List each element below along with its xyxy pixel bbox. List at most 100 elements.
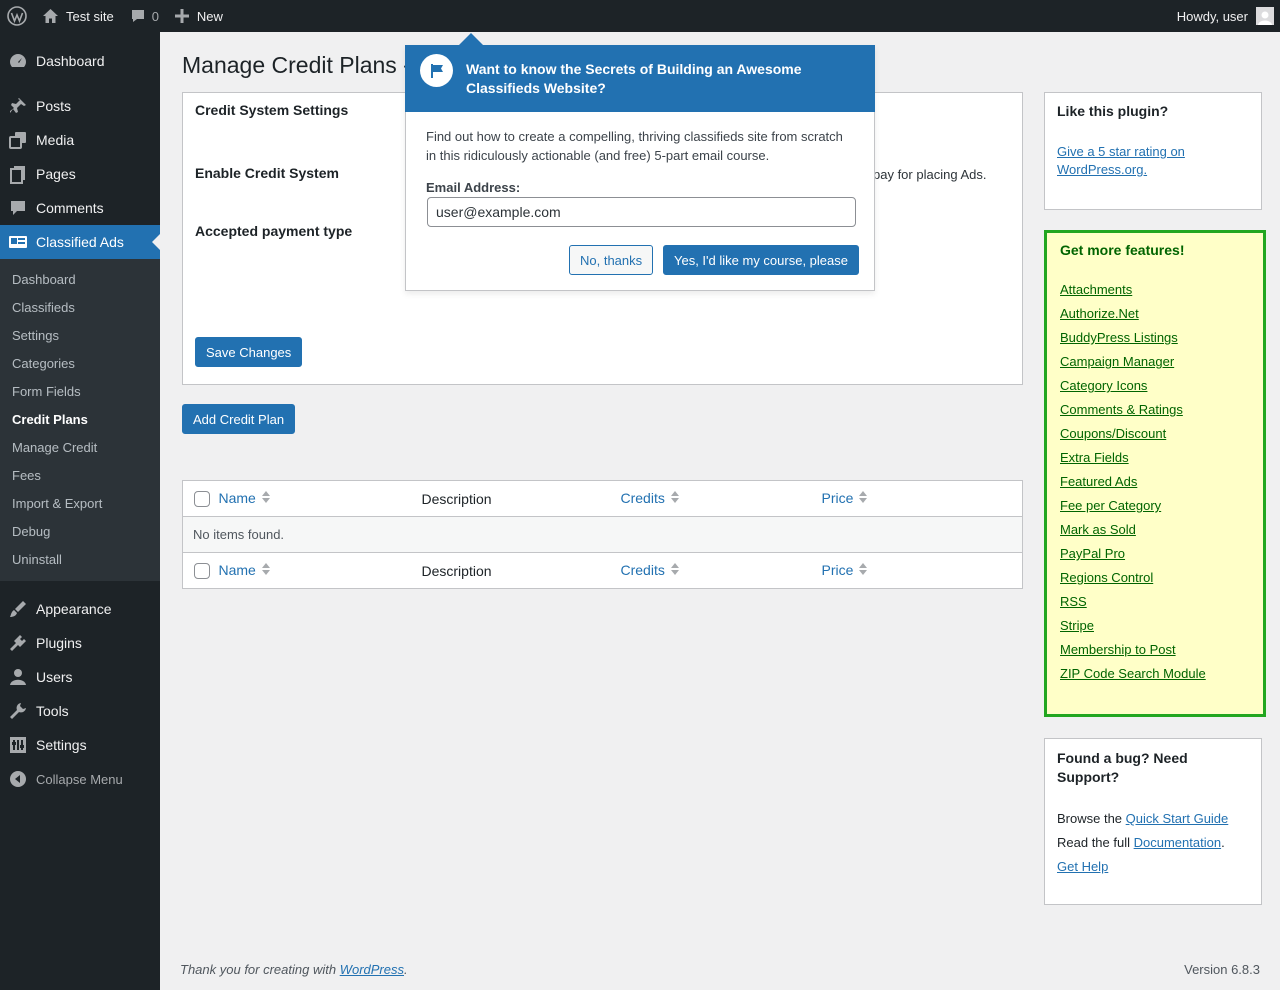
admin-bar: Test site 0 New Howdy, user [0, 0, 1280, 32]
feature-link[interactable]: Fee per Category [1060, 498, 1250, 522]
menu-plugins[interactable]: Plugins [0, 626, 160, 660]
admin-menu: Dashboard Posts Media Pages Comments Cla… [0, 32, 160, 990]
feature-link[interactable]: Membership to Post [1060, 642, 1250, 666]
media-icon [8, 130, 28, 150]
like-plugin-title: Like this plugin? [1057, 103, 1169, 119]
column-name[interactable]: Name [219, 553, 422, 589]
feature-link[interactable]: Campaign Manager [1060, 354, 1250, 378]
submenu-uninstall[interactable]: Uninstall [0, 546, 160, 574]
email-input[interactable] [427, 197, 856, 227]
feature-link[interactable]: BuddyPress Listings [1060, 330, 1250, 354]
column-name-label[interactable]: Name [219, 490, 256, 506]
column-price-label[interactable]: Price [822, 490, 854, 506]
add-credit-plan-button[interactable]: Add Credit Plan [182, 404, 296, 434]
browse-prefix: Browse the [1057, 811, 1123, 826]
no-thanks-button[interactable]: No, thanks [569, 245, 654, 275]
menu-appearance[interactable]: Appearance [0, 592, 160, 626]
yes-course-button[interactable]: Yes, I'd like my course, please [663, 245, 859, 275]
feature-link[interactable]: Category Icons [1060, 378, 1250, 402]
select-all-checkbox[interactable] [194, 491, 210, 508]
page-title: Manage Credit Plans - [182, 52, 411, 78]
submenu-credit-plans[interactable]: Credit Plans [0, 406, 160, 434]
get-help-link[interactable]: Get Help [1057, 859, 1108, 874]
sort-icon [261, 562, 270, 579]
menu-label: Media [36, 132, 75, 148]
column-name[interactable]: Name [219, 481, 422, 517]
new-content-link[interactable]: New [167, 0, 231, 32]
rating-link[interactable]: Give a 5 star rating on WordPress.org. [1057, 144, 1185, 177]
submenu-categories[interactable]: Categories [0, 350, 160, 378]
menu-comments[interactable]: Comments [0, 191, 160, 225]
my-account[interactable]: Howdy, user [1177, 0, 1274, 32]
feature-link[interactable]: Comments & Ratings [1060, 402, 1250, 426]
feature-link[interactable]: Attachments [1060, 282, 1250, 306]
documentation-link[interactable]: Documentation [1134, 835, 1221, 850]
pushpin-icon [8, 96, 28, 116]
submenu-dashboard[interactable]: Dashboard [0, 266, 160, 294]
feature-link[interactable]: PayPal Pro [1060, 546, 1250, 570]
dashboard-icon [8, 51, 28, 71]
column-credits[interactable]: Credits [621, 481, 822, 517]
comments-link[interactable]: 0 [122, 0, 167, 32]
column-price[interactable]: Price [822, 553, 1023, 589]
quick-start-link[interactable]: Quick Start Guide [1126, 811, 1229, 826]
submenu-settings[interactable]: Settings [0, 322, 160, 350]
menu-label: Plugins [36, 635, 82, 651]
select-all-checkbox[interactable] [194, 563, 210, 580]
feature-link[interactable]: Featured Ads [1060, 474, 1250, 498]
menu-classified-ads[interactable]: Classified Ads [0, 225, 160, 259]
feature-link[interactable]: ZIP Code Search Module [1060, 666, 1250, 690]
wordpress-logo-icon[interactable] [0, 0, 34, 32]
submenu-classifieds[interactable]: Classifieds [0, 294, 160, 322]
enable-credit-description: pay for placing Ads. [873, 167, 987, 182]
column-credits[interactable]: Credits [621, 553, 822, 589]
submenu-debug[interactable]: Debug [0, 518, 160, 546]
menu-pages[interactable]: Pages [0, 157, 160, 191]
menu-label: Settings [36, 737, 87, 753]
submenu-manage-credit[interactable]: Manage Credit [0, 434, 160, 462]
column-price-label[interactable]: Price [822, 562, 854, 578]
table-header-row: Name Description Credits Price [182, 481, 1023, 517]
select-all-cell [183, 481, 219, 517]
column-credits-label[interactable]: Credits [621, 490, 665, 506]
credit-plans-table: Name Description Credits Price No items … [182, 480, 1023, 589]
site-name-link[interactable]: Test site [34, 0, 122, 32]
avatar [1256, 7, 1274, 25]
more-features-title: Get more features! [1060, 242, 1185, 258]
howdy-greeting: Howdy, user [1176, 8, 1248, 24]
column-name-label[interactable]: Name [219, 562, 256, 578]
feature-link[interactable]: Stripe [1060, 618, 1250, 642]
settings-section-title: Credit System Settings [195, 102, 349, 118]
wordpress-link[interactable]: WordPress [340, 962, 404, 977]
submenu-form-fields[interactable]: Form Fields [0, 378, 160, 406]
popup-header: Want to know the Secrets of Building an … [405, 45, 875, 112]
menu-tools[interactable]: Tools [0, 694, 160, 728]
flag-icon [420, 54, 453, 87]
column-credits-label[interactable]: Credits [621, 562, 665, 578]
save-changes-button[interactable]: Save Changes [195, 337, 303, 367]
menu-media[interactable]: Media [0, 123, 160, 157]
pages-icon [8, 164, 28, 184]
sort-icon [859, 490, 868, 507]
period: . [1221, 835, 1225, 850]
home-icon [42, 8, 59, 24]
column-price[interactable]: Price [822, 481, 1023, 517]
footer-thanks: Thank you for creating with WordPress. [180, 962, 408, 977]
comment-icon [8, 198, 28, 218]
submenu-fees[interactable]: Fees [0, 462, 160, 490]
users-icon [8, 667, 28, 687]
feature-link[interactable]: Coupons/Discount [1060, 426, 1250, 450]
menu-users[interactable]: Users [0, 660, 160, 694]
feature-link[interactable]: RSS [1060, 594, 1250, 618]
menu-posts[interactable]: Posts [0, 89, 160, 123]
menu-settings[interactable]: Settings [0, 728, 160, 762]
feature-link[interactable]: Regions Control [1060, 570, 1250, 594]
feature-link[interactable]: Authorize.Net [1060, 306, 1250, 330]
feature-link[interactable]: Mark as Sold [1060, 522, 1250, 546]
menu-dashboard[interactable]: Dashboard [0, 44, 160, 78]
feature-link[interactable]: Extra Fields [1060, 450, 1250, 474]
menu-label: Comments [36, 200, 104, 216]
collapse-menu-button[interactable]: Collapse Menu [0, 762, 160, 796]
payment-type-label: Accepted payment type [195, 223, 353, 239]
submenu-import-export[interactable]: Import & Export [0, 490, 160, 518]
